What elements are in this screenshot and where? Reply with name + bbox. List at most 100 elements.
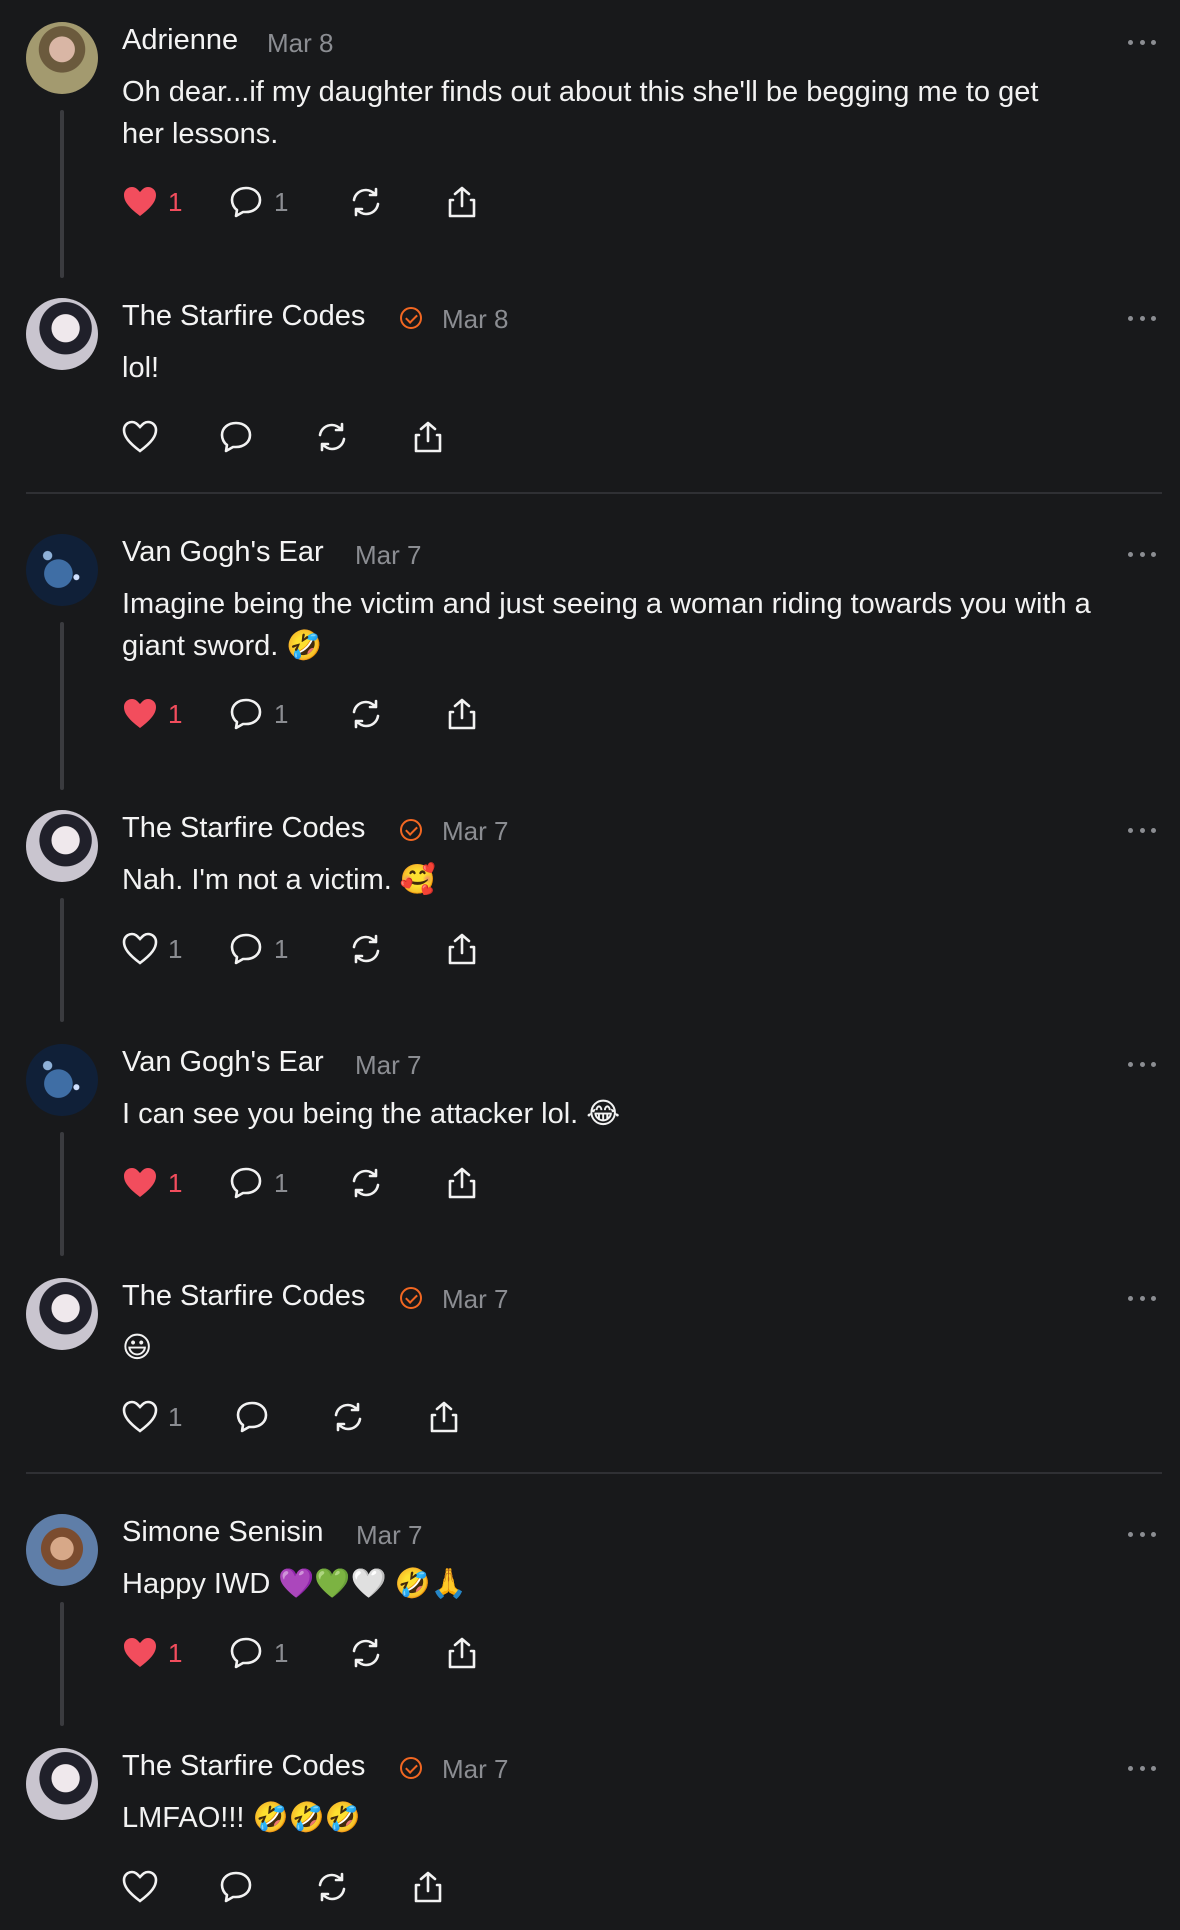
- reply-button[interactable]: 1: [228, 929, 288, 969]
- share-icon: [448, 186, 476, 218]
- reply-count: 1: [274, 698, 289, 729]
- share-button[interactable]: [444, 182, 480, 222]
- avatar[interactable]: [26, 534, 98, 606]
- repost-button[interactable]: [348, 1633, 384, 1673]
- verified-badge-icon: [400, 1287, 422, 1309]
- repost-button[interactable]: [330, 1397, 366, 1437]
- repost-button[interactable]: [314, 417, 350, 457]
- avatar[interactable]: [26, 1044, 98, 1116]
- avatar[interactable]: [26, 22, 98, 94]
- comment-actions: 1 1: [122, 1163, 482, 1203]
- comment-text: Nah. I'm not a victim. 🥰: [122, 864, 437, 896]
- share-button[interactable]: [444, 929, 480, 969]
- like-button[interactable]: [122, 417, 168, 457]
- reply-button[interactable]: [218, 1867, 264, 1907]
- comment-date: Mar 7: [355, 540, 422, 570]
- thread-line: [60, 110, 64, 278]
- verified-badge-icon: [400, 819, 422, 841]
- share-button[interactable]: [444, 1633, 480, 1673]
- like-button[interactable]: 1: [122, 182, 182, 222]
- comment-icon: [220, 421, 252, 453]
- share-button[interactable]: [426, 1397, 462, 1437]
- comment-text: Imagine being the victim and just seeing…: [122, 588, 1091, 662]
- repost-icon: [352, 1638, 380, 1668]
- avatar[interactable]: [26, 810, 98, 882]
- author-name[interactable]: Adrienne: [122, 24, 238, 57]
- repost-icon: [352, 1168, 380, 1198]
- author-name[interactable]: The Starfire Codes: [122, 300, 365, 333]
- repost-button[interactable]: [348, 929, 384, 969]
- like-count: 1: [168, 698, 183, 729]
- thread-line: [60, 1602, 64, 1726]
- comment-icon: [230, 1167, 262, 1199]
- comment-icon: [230, 186, 262, 218]
- avatar[interactable]: [26, 298, 98, 370]
- reply-button[interactable]: 1: [228, 1163, 288, 1203]
- author-name[interactable]: Simone Senisin: [122, 1516, 324, 1549]
- share-button[interactable]: [410, 417, 446, 457]
- verified-badge-icon: [400, 1757, 422, 1779]
- share-icon: [430, 1401, 458, 1433]
- like-count: 1: [168, 1637, 183, 1668]
- comment-actions: 1 1: [122, 1633, 482, 1673]
- reply-button[interactable]: [234, 1397, 280, 1437]
- repost-icon: [352, 934, 380, 964]
- like-button[interactable]: 1: [122, 1397, 182, 1437]
- share-button[interactable]: [444, 1163, 480, 1203]
- share-button[interactable]: [410, 1867, 446, 1907]
- like-button[interactable]: 1: [122, 1163, 182, 1203]
- more-options-button[interactable]: [1128, 1294, 1156, 1302]
- comment-icon: [230, 698, 262, 730]
- heart-icon: [124, 1168, 156, 1197]
- thread-separator: [26, 492, 1162, 494]
- repost-button[interactable]: [348, 182, 384, 222]
- reply-button[interactable]: [218, 417, 264, 457]
- repost-icon: [352, 187, 380, 217]
- reply-count: 1: [274, 186, 289, 217]
- more-options-button[interactable]: [1128, 38, 1156, 46]
- like-count: 1: [168, 1401, 183, 1432]
- avatar[interactable]: [26, 1748, 98, 1820]
- more-options-button[interactable]: [1128, 826, 1156, 834]
- like-button[interactable]: 1: [122, 1633, 182, 1673]
- like-button[interactable]: [122, 1867, 168, 1907]
- more-options-button[interactable]: [1128, 1060, 1156, 1068]
- more-options-button[interactable]: [1128, 1764, 1156, 1772]
- comment-icon: [220, 1871, 252, 1903]
- share-button[interactable]: [444, 694, 480, 734]
- more-options-button[interactable]: [1128, 314, 1156, 322]
- comment-icon: [230, 1637, 262, 1669]
- comment-date: Mar 7: [355, 1050, 422, 1080]
- comment-icon: [236, 1401, 268, 1433]
- repost-button[interactable]: [348, 1163, 384, 1203]
- like-count: 1: [168, 933, 183, 964]
- reply-button[interactable]: 1: [228, 1633, 288, 1673]
- repost-button[interactable]: [348, 694, 384, 734]
- comment-actions: 1 1: [122, 182, 482, 222]
- thread-line: [60, 898, 64, 1022]
- reply-button[interactable]: 1: [228, 182, 288, 222]
- comment-text: LMFAO!!! 🤣🤣🤣: [122, 1802, 361, 1834]
- author-name[interactable]: The Starfire Codes: [122, 1750, 365, 1783]
- share-icon: [448, 1167, 476, 1199]
- heart-icon: [122, 1400, 158, 1433]
- like-button[interactable]: 1: [122, 929, 182, 969]
- repost-button[interactable]: [314, 1867, 350, 1907]
- like-count: 1: [168, 186, 183, 217]
- heart-icon: [124, 187, 156, 216]
- avatar[interactable]: [26, 1278, 98, 1350]
- thread-line: [60, 1132, 64, 1256]
- more-options-button[interactable]: [1128, 1530, 1156, 1538]
- repost-icon: [334, 1402, 362, 1432]
- comment-actions: 1 1: [122, 694, 482, 734]
- comment-date: Mar 8: [267, 28, 334, 58]
- comment-text: Oh dear...if my daughter finds out about…: [122, 76, 1039, 150]
- author-name[interactable]: Van Gogh's Ear: [122, 536, 324, 569]
- author-name[interactable]: The Starfire Codes: [122, 1280, 365, 1313]
- author-name[interactable]: Van Gogh's Ear: [122, 1046, 324, 1079]
- reply-button[interactable]: 1: [228, 694, 288, 734]
- author-name[interactable]: The Starfire Codes: [122, 812, 365, 845]
- avatar[interactable]: [26, 1514, 98, 1586]
- like-button[interactable]: 1: [122, 694, 182, 734]
- more-options-button[interactable]: [1128, 550, 1156, 558]
